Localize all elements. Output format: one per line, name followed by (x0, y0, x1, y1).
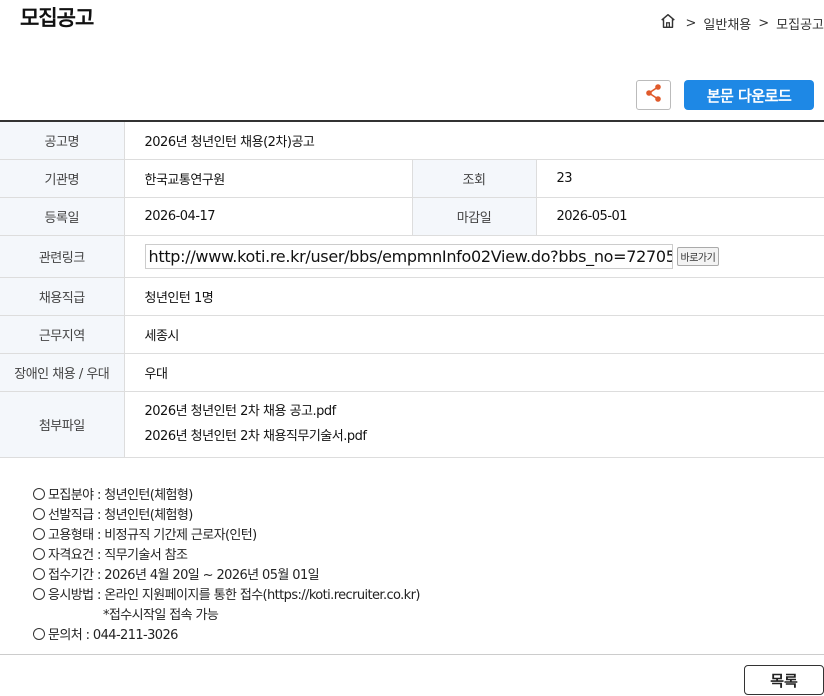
attachment-link[interactable]: 2026년 청년인턴 2차 채용직무기술서.pdf (145, 424, 824, 449)
list-item: 선발직급 : 청년인턴(체험형) (33, 506, 420, 526)
disabled-hiring-label: 장애인 채용 / 우대 (0, 353, 125, 392)
list-item: 모집분야 : 청년인턴(체험형) (33, 486, 420, 506)
list-button[interactable]: 목록 (744, 665, 824, 695)
table-row: 기관명 한국교통연구원 조회 23 (0, 159, 824, 198)
disabled-hiring-value: 우대 (124, 353, 824, 392)
position-label: 채용직급 (0, 277, 125, 316)
breadcrumb-item-general[interactable]: 일반채용 (703, 14, 751, 33)
table-row: 채용직급 청년인턴 1명 (0, 277, 824, 316)
circle-icon (33, 508, 45, 520)
views-label: 조회 (411, 159, 537, 198)
download-body-button[interactable]: 본문 다운로드 (684, 80, 814, 110)
org-label: 기관명 (0, 159, 125, 198)
table-row: 장애인 채용 / 우대 우대 (0, 353, 824, 392)
home-icon[interactable] (659, 12, 679, 34)
reg-date-value: 2026-04-17 (124, 197, 412, 236)
share-icon (645, 83, 663, 107)
share-button[interactable] (636, 80, 671, 110)
reg-date-label: 등록일 (0, 197, 125, 236)
list-item: 고용형태 : 비정규직 기간제 근로자(인턴) (33, 526, 420, 546)
views-value: 23 (536, 159, 824, 198)
page-title: 모집공고 (20, 6, 94, 30)
breadcrumb-separator: > (685, 15, 697, 31)
title-value: 2026년 청년인턴 채용(2차)공고 (124, 121, 824, 160)
region-value: 세종시 (124, 315, 824, 354)
title-label: 공고명 (0, 121, 125, 160)
table-row: 첨부파일 2026년 청년인턴 2차 채용 공고.pdf 2026년 청년인턴 … (0, 391, 824, 458)
go-link-button[interactable]: 바로가기 (676, 246, 720, 266)
breadcrumb-separator: > (758, 15, 770, 31)
list-item-note: *접수시작일 접속 가능 (103, 608, 219, 623)
list-item: 문의처 : 044-211-3026 (33, 626, 420, 646)
breadcrumb-item-current[interactable]: 모집공고 (776, 14, 824, 33)
circle-icon (33, 588, 45, 600)
table-row: 관련링크 http://www.koti.re.kr/user/bbs/empm… (0, 235, 824, 278)
position-value: 청년인턴 1명 (124, 277, 824, 316)
related-link-label: 관련링크 (0, 235, 125, 278)
deadline-value: 2026-05-01 (536, 197, 824, 236)
list-item: 응시방법 : 온라인 지원페이지를 통한 접수(https://koti.rec… (33, 586, 420, 606)
table-row: 공고명 2026년 청년인턴 채용(2차)공고 (0, 121, 824, 160)
table-row: 근무지역 세종시 (0, 315, 824, 354)
related-link-field[interactable]: http://www.koti.re.kr/user/bbs/empmnInfo… (144, 243, 673, 269)
circle-icon (33, 528, 45, 540)
table-row: 등록일 2026-04-17 마감일 2026-05-01 (0, 197, 824, 236)
deadline-label: 마감일 (411, 197, 537, 236)
circle-icon (33, 548, 45, 560)
list-item: 자격요건 : 직무기술서 참조 (33, 546, 420, 566)
circle-icon (33, 628, 45, 640)
breadcrumb: > 일반채용 > 모집공고 (659, 12, 824, 34)
attachment-link[interactable]: 2026년 청년인턴 2차 채용 공고.pdf (145, 399, 824, 424)
region-label: 근무지역 (0, 315, 125, 354)
notice-info-table: 공고명 2026년 청년인턴 채용(2차)공고 기관명 한국교통연구원 조회 2… (0, 120, 824, 458)
attachments-list: 2026년 청년인턴 2차 채용 공고.pdf 2026년 청년인턴 2차 채용… (124, 391, 824, 458)
notice-details: 모집분야 : 청년인턴(체험형) 선발직급 : 청년인턴(체험형) 고용형태 :… (33, 486, 420, 646)
circle-icon (33, 568, 45, 580)
attachments-label: 첨부파일 (0, 391, 125, 458)
divider (0, 654, 824, 655)
circle-icon (33, 488, 45, 500)
list-item: 접수기간 : 2026년 4월 20일 ~ 2026년 05월 01일 (33, 566, 420, 586)
org-value: 한국교통연구원 (124, 159, 412, 198)
